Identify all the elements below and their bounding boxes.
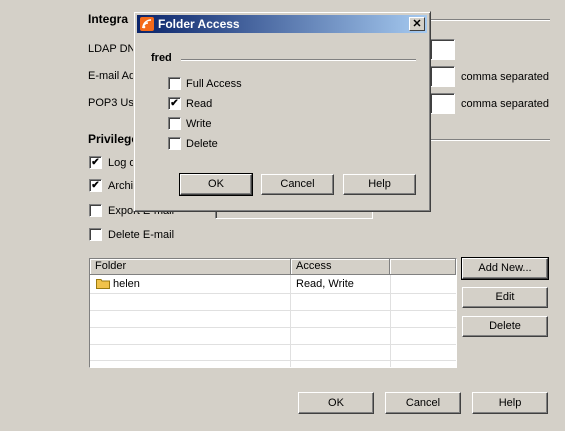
read-checkbox[interactable]: ✔: [168, 97, 181, 110]
privileges-divider: [430, 139, 550, 141]
write-checkbox[interactable]: [168, 117, 181, 130]
dialog-group-label: fred: [151, 52, 172, 64]
export-email-checkbox[interactable]: [89, 204, 102, 217]
delete-checkbox[interactable]: [168, 137, 181, 150]
privileges-section-title: Privilege: [88, 132, 139, 146]
email-address-field[interactable]: [430, 66, 455, 87]
folder-name-cell: helen: [113, 278, 140, 290]
dialog-help-button[interactable]: Help: [343, 174, 416, 195]
check-icon: ✔: [91, 180, 100, 191]
archive-checkbox[interactable]: ✔: [89, 179, 102, 192]
table-row[interactable]: helen Read, Write: [90, 276, 456, 293]
folder-column-header[interactable]: Folder: [90, 259, 291, 275]
dialog-title: Folder Access: [158, 17, 240, 31]
log-on-label: Log o: [108, 157, 136, 169]
dialog-group-divider: [181, 59, 416, 61]
delete-button[interactable]: Delete: [462, 316, 548, 337]
pop3-comma-hint: comma separated: [461, 98, 550, 110]
delete-label: Delete: [186, 138, 218, 150]
folder-access-table[interactable]: Folder Access helen Read, Write: [89, 258, 457, 368]
row-divider: [90, 344, 456, 345]
row-divider: [90, 310, 456, 311]
read-label: Read: [186, 98, 213, 110]
blank-column-header: [390, 259, 456, 275]
check-icon: ✔: [170, 98, 179, 109]
dialog-ok-button[interactable]: OK: [179, 173, 253, 196]
main-cancel-button[interactable]: Cancel: [385, 392, 461, 414]
row-divider: [90, 360, 456, 361]
dialog-cancel-button[interactable]: Cancel: [261, 174, 334, 195]
access-column-header[interactable]: Access: [291, 259, 390, 275]
folder-access-dialog[interactable]: Folder Access ✕ fred Full Access ✔ Read …: [133, 11, 431, 212]
main-ok-button[interactable]: OK: [298, 392, 374, 414]
folder-icon: [96, 279, 110, 289]
integration-section-title: Integra: [88, 12, 129, 26]
email-comma-hint: comma separated: [461, 71, 550, 83]
write-label: Write: [186, 118, 212, 130]
delete-email-label: Delete E-mail: [108, 229, 175, 241]
archive-label: Archi: [108, 180, 134, 192]
add-new-button[interactable]: Add New...: [461, 257, 549, 280]
integration-divider: [430, 19, 550, 21]
row-divider: [90, 293, 456, 294]
ldap-dn-field[interactable]: [430, 39, 455, 60]
email-address-label: E-mail Ad: [88, 70, 136, 82]
delete-email-checkbox[interactable]: [89, 228, 102, 241]
app-icon: [140, 17, 154, 31]
pop3-user-field[interactable]: [430, 93, 455, 114]
main-help-button[interactable]: Help: [472, 392, 548, 414]
ldap-dn-label: LDAP DN: [88, 43, 136, 55]
row-divider: [90, 327, 456, 328]
full-access-label: Full Access: [186, 78, 242, 90]
check-icon: ✔: [91, 157, 100, 168]
close-icon[interactable]: ✕: [409, 17, 425, 31]
full-access-checkbox[interactable]: [168, 77, 181, 90]
edit-button[interactable]: Edit: [462, 287, 548, 308]
log-on-checkbox[interactable]: ✔: [89, 156, 102, 169]
access-cell: Read, Write: [296, 278, 354, 290]
dialog-title-bar[interactable]: Folder Access ✕: [137, 15, 427, 33]
